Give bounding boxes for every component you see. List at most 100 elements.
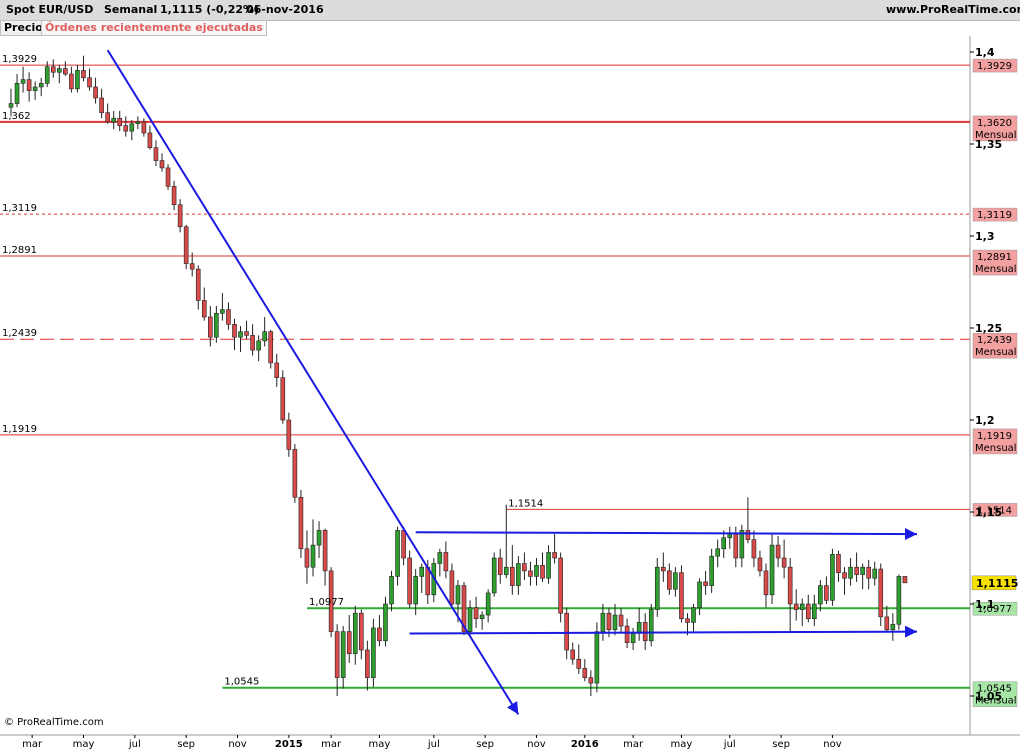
candle-body <box>38 82 44 88</box>
level-label-left: 1,3929 <box>2 54 37 65</box>
candle-body <box>455 585 461 605</box>
candle-body <box>141 121 147 134</box>
x-tick-label: mar <box>321 739 342 750</box>
candle-body <box>793 603 799 610</box>
candle-body <box>244 331 249 336</box>
candle-body <box>818 585 823 605</box>
candle-body <box>346 631 352 654</box>
candle-body <box>540 565 545 579</box>
candle-body <box>195 268 201 301</box>
level-label-left: 1,2891 <box>2 245 37 256</box>
candle-body <box>395 530 400 577</box>
candle-body <box>165 167 171 187</box>
candle-body <box>250 335 255 351</box>
candle-body <box>352 612 358 654</box>
level-label-right: 1,2891 <box>977 252 1012 263</box>
candle-body <box>401 530 406 559</box>
x-tick-label: may <box>73 739 95 750</box>
candle-body <box>866 566 871 579</box>
candle-body <box>763 570 769 596</box>
candle-body <box>437 552 443 564</box>
candle-body <box>685 618 690 623</box>
candle-body <box>878 568 884 618</box>
candle-body <box>304 548 310 568</box>
candle-body <box>854 566 859 575</box>
x-tick-label: may <box>369 739 391 750</box>
candle-body <box>799 603 805 610</box>
candle-body <box>896 576 902 625</box>
candle-body <box>497 557 503 575</box>
level-label-right: 1,3929 <box>977 61 1012 72</box>
candle-body <box>709 555 714 586</box>
candle-body <box>87 77 92 88</box>
candle-body <box>129 123 135 132</box>
candle-body <box>371 627 376 678</box>
candle-body <box>280 377 286 421</box>
candle-body <box>310 544 316 568</box>
candle-body <box>147 132 153 148</box>
candle-body <box>214 312 219 338</box>
candle-body <box>691 607 696 623</box>
candle-body <box>721 537 727 550</box>
candle-body <box>111 117 116 123</box>
level-label-left: 1,362 <box>2 111 31 122</box>
copyright-label: © ProRealTime.com <box>4 717 104 728</box>
candle-body <box>769 544 775 596</box>
candle-body <box>516 563 521 586</box>
x-tick-label: sep <box>476 739 494 750</box>
trend-line <box>106 49 520 715</box>
candle-body <box>485 592 491 616</box>
candle-body <box>32 86 38 91</box>
x-tick-label: jul <box>128 739 141 750</box>
candle-body <box>57 68 62 73</box>
y-tick-label: 1,15 <box>975 506 1002 519</box>
level-label-left: 1,1919 <box>2 424 37 435</box>
candle-body <box>365 649 370 678</box>
candle-body <box>860 566 865 575</box>
candle-body <box>256 340 261 351</box>
candle-body <box>534 565 539 577</box>
candle-body <box>673 572 678 590</box>
candle-body <box>739 530 745 559</box>
x-tick-label: 2016 <box>571 739 599 750</box>
candle-body <box>14 82 20 104</box>
candle-body <box>123 125 129 132</box>
x-tick-label: nov <box>823 739 841 750</box>
candle-body <box>26 79 32 91</box>
candle-body <box>624 625 630 643</box>
candle-body <box>334 631 340 678</box>
candle-body <box>703 581 708 586</box>
level-label-left: 1,0977 <box>309 597 344 608</box>
candle-body <box>503 566 509 575</box>
candle-body <box>286 419 292 450</box>
candle-body <box>383 603 388 642</box>
candle-body <box>99 97 104 114</box>
level-label-left: 1,0545 <box>224 677 259 688</box>
candle-body <box>522 563 527 572</box>
candle-body <box>830 554 835 601</box>
candle-body <box>105 112 110 123</box>
candle-body <box>528 570 533 577</box>
x-tick-label: jul <box>427 739 440 750</box>
y-tick-label: 1,35 <box>975 138 1002 151</box>
y-tick-label: 1,25 <box>975 322 1002 335</box>
candle-body <box>745 530 751 540</box>
candle-body <box>63 68 68 75</box>
candle-body <box>510 566 515 586</box>
candle-body <box>787 566 793 605</box>
candle-body <box>890 623 896 631</box>
level-label-left: 1,1514 <box>508 498 543 509</box>
x-tick-label: sep <box>177 739 195 750</box>
y-tick-label: 1,05 <box>975 690 1002 703</box>
candle-body <box>781 557 787 568</box>
candle-body <box>413 576 418 605</box>
candle-body <box>775 544 781 559</box>
candle-body <box>171 186 177 206</box>
candle-body <box>316 530 322 546</box>
candle-body <box>340 631 346 678</box>
candle-body <box>757 557 763 572</box>
candle-body <box>727 533 733 539</box>
y-tick-label: 1,1 <box>975 598 995 611</box>
candle-body <box>220 309 225 314</box>
candle-body <box>262 331 267 342</box>
